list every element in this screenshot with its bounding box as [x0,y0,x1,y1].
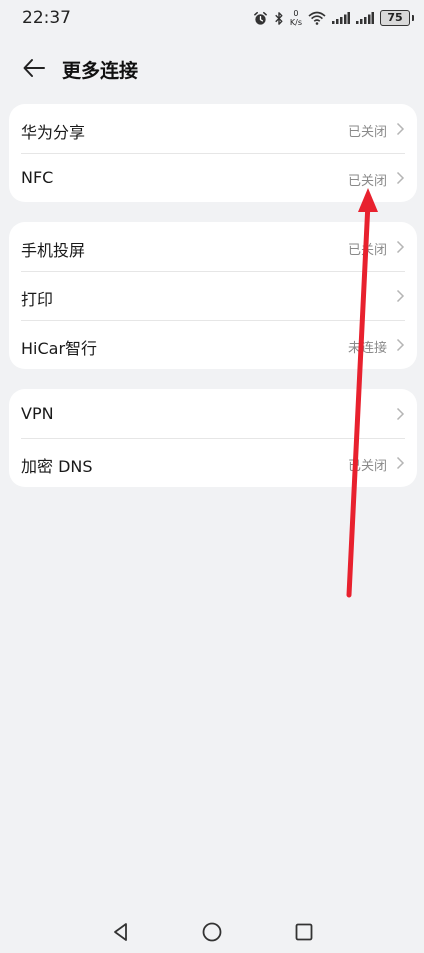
settings-group-projection: 手机投屏 已关闭 打印 HiCar智行 未连接 [9,222,417,369]
chevron-right-icon [396,456,405,470]
setting-screen-projection[interactable]: 手机投屏 已关闭 [9,222,417,271]
setting-huawei-share[interactable]: 华为分享 已关闭 [9,104,417,153]
home-circle-icon[interactable] [200,920,224,944]
setting-encrypted-dns[interactable]: 加密 DNS 已关闭 [9,438,417,487]
chevron-right-icon [396,122,405,136]
setting-status: 已关闭 [347,459,387,474]
setting-nfc[interactable]: NFC 已关闭 [9,153,417,202]
bluetooth-icon [275,11,283,25]
navigation-bar [0,912,424,953]
status-icons: 0 K/s 75 [253,7,414,29]
setting-status: 未连接 [347,341,387,356]
setting-label: 打印 [21,290,54,309]
chevron-right-icon [396,171,405,185]
battery-icon: 75 [380,10,414,26]
back-triangle-icon[interactable] [109,920,133,944]
signal-icon-sim2 [356,12,374,24]
setting-status: 已关闭 [347,174,387,189]
setting-status: 已关闭 [347,125,387,140]
setting-label: HiCar智行 [21,339,98,358]
settings-group-sharing: 华为分享 已关闭 NFC 已关闭 [9,104,417,202]
recents-square-icon[interactable] [292,920,316,944]
status-bar: 22:37 0 K/s 75 [0,0,424,36]
chevron-right-icon [396,338,405,352]
setting-label: 加密 DNS [21,457,93,476]
status-time: 22:37 [22,8,71,28]
setting-label: NFC [21,168,54,187]
setting-hicar[interactable]: HiCar智行 未连接 [9,320,417,369]
network-speed: 0 K/s [289,9,302,27]
wifi-icon [308,11,326,25]
setting-vpn[interactable]: VPN [9,389,417,438]
setting-label: VPN [21,404,54,423]
setting-label: 手机投屏 [21,241,86,260]
chevron-right-icon [396,407,405,421]
setting-print[interactable]: 打印 [9,271,417,320]
settings-group-network: VPN 加密 DNS 已关闭 [9,389,417,487]
page-header: 更多连接 [0,46,424,92]
setting-status: 已关闭 [347,243,387,258]
chevron-right-icon [396,289,405,303]
alarm-icon [254,11,267,25]
setting-label: 华为分享 [21,123,86,142]
back-arrow-icon[interactable] [20,54,48,82]
signal-icon-sim1 [332,12,350,24]
page-title: 更多连接 [62,60,139,82]
chevron-right-icon [396,240,405,254]
